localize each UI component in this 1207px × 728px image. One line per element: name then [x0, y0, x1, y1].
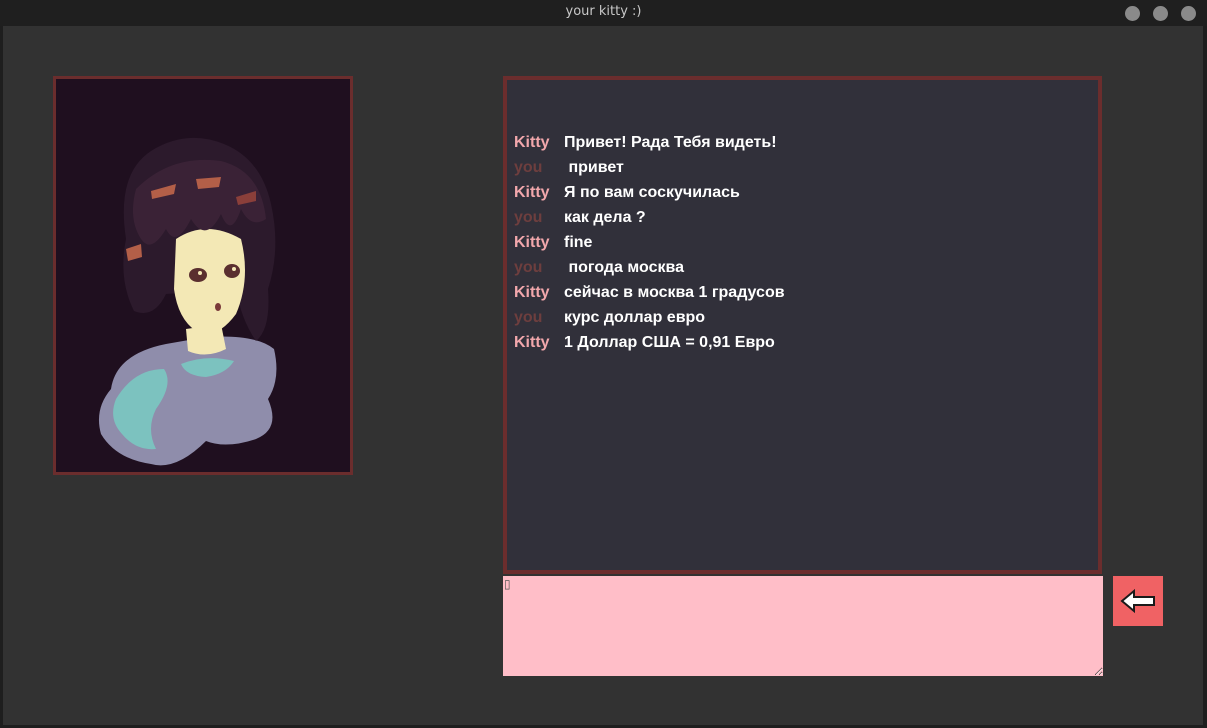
message-text: Привет! Рада Тебя видеть! — [564, 134, 777, 151]
chat-message: Kitty fine — [514, 230, 1090, 255]
app-client-area: Kitty Привет! Рада Тебя видеть! you прив… — [3, 26, 1203, 725]
maximize-button[interactable] — [1153, 6, 1168, 21]
avatar-image — [56, 79, 350, 472]
minimize-button[interactable] — [1125, 6, 1140, 21]
chat-message: Kitty сейчас в москва 1 градусов — [514, 280, 1090, 305]
chat-history-panel: Kitty Привет! Рада Тебя видеть! you прив… — [503, 76, 1102, 574]
sender-name: you — [514, 309, 543, 326]
sender-name: you — [514, 159, 543, 176]
sender-name: Kitty — [514, 184, 550, 201]
send-button[interactable] — [1113, 576, 1163, 626]
text-cursor: ▯ — [504, 577, 511, 591]
sender-name: Kitty — [514, 334, 550, 351]
window-title: your kitty :) — [565, 4, 642, 19]
message-text: Я по вам соскучилась — [564, 184, 740, 201]
message-text: привет — [564, 159, 624, 176]
chat-message: you погода москва — [514, 255, 1090, 280]
message-text: 1 Доллар США = 0,91 Евро — [564, 334, 775, 351]
chat-message: Kitty Я по вам соскучилась — [514, 180, 1090, 205]
chat-message: Kitty Привет! Рада Тебя видеть! — [514, 130, 1090, 155]
chat-message: you как дела ? — [514, 205, 1090, 230]
sender-name: you — [514, 209, 543, 226]
chat-message: Kitty 1 Доллар США = 0,91 Евро — [514, 330, 1090, 355]
chat-message: you курс доллар евро — [514, 305, 1090, 330]
sender-name: Kitty — [514, 134, 550, 151]
message-text: погода москва — [564, 259, 685, 276]
arrow-left-icon — [1120, 588, 1155, 614]
title-bar: your kitty :) — [0, 0, 1207, 26]
message-text: fine — [564, 234, 593, 251]
message-input[interactable] — [503, 576, 1103, 676]
message-text: как дела ? — [564, 209, 646, 226]
avatar-frame — [53, 76, 353, 475]
message-text: сейчас в москва 1 градусов — [564, 284, 785, 301]
close-button[interactable] — [1181, 6, 1196, 21]
sender-name: Kitty — [514, 284, 550, 301]
chat-message: you привет — [514, 155, 1090, 180]
chat-log: Kitty Привет! Рада Тебя видеть! you прив… — [514, 130, 1090, 355]
sender-name: Kitty — [514, 234, 550, 251]
sender-name: you — [514, 259, 543, 276]
message-text: курс доллар евро — [564, 309, 706, 326]
